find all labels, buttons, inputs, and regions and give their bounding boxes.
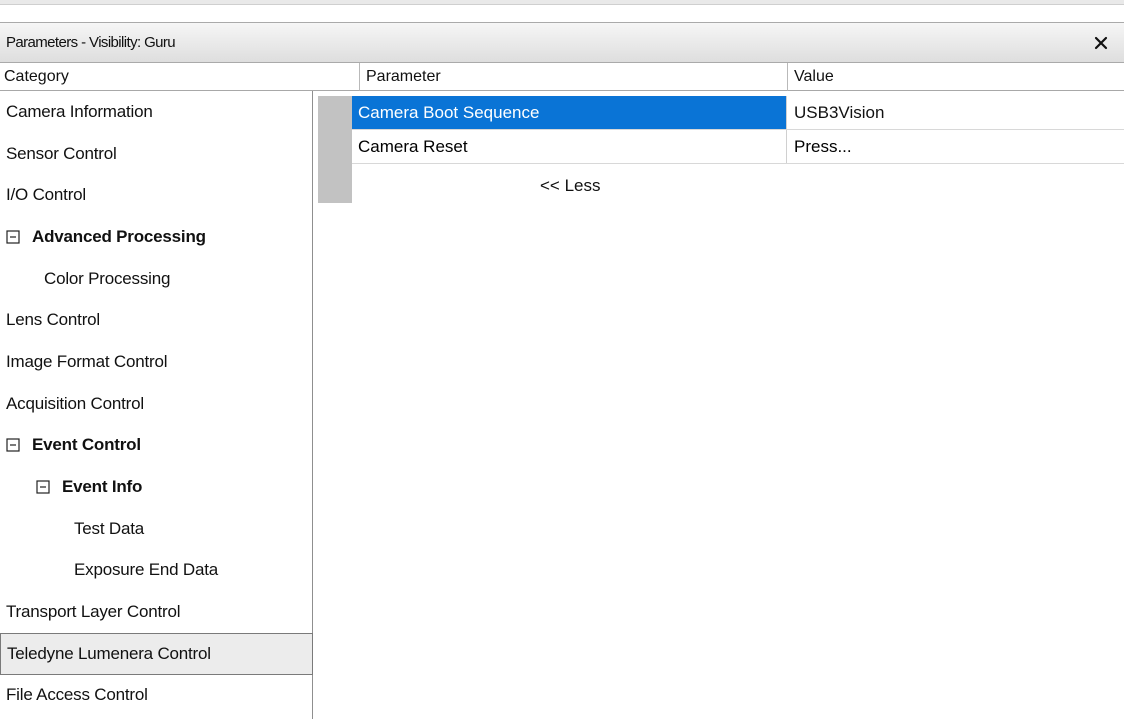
category-label: Event Info xyxy=(62,477,143,497)
category-label: Sensor Control xyxy=(6,143,117,163)
parameter-row[interactable]: Camera Boot Sequence USB3Vision xyxy=(352,96,1124,130)
less-button[interactable]: << Less xyxy=(540,176,601,196)
category-label: Image Format Control xyxy=(6,351,168,371)
category-acquisition-control[interactable]: Acquisition Control xyxy=(0,383,312,425)
category-tree[interactable]: Camera Information Sensor Control I/O Co… xyxy=(0,91,313,719)
category-io-control[interactable]: I/O Control xyxy=(0,174,312,216)
parameter-name[interactable]: Camera Boot Sequence xyxy=(352,96,787,129)
category-file-access-control[interactable]: File Access Control xyxy=(0,675,312,717)
category-image-format-control[interactable]: Image Format Control xyxy=(0,341,312,383)
category-label: Exposure End Data xyxy=(74,560,219,580)
category-transport-layer-control[interactable]: Transport Layer Control xyxy=(0,591,312,633)
category-label: Transport Layer Control xyxy=(6,602,181,622)
value-column-header[interactable]: Value xyxy=(787,63,1124,91)
category-label: Test Data xyxy=(74,518,145,538)
row-header-column xyxy=(318,96,352,203)
category-label: File Access Control xyxy=(6,685,148,705)
parameter-value[interactable]: Press... xyxy=(787,130,1124,163)
parameter-row[interactable]: Camera Reset Press... xyxy=(352,130,1124,164)
category-label: I/O Control xyxy=(6,185,86,205)
category-event-control[interactable]: Event Control xyxy=(0,425,312,467)
category-camera-information[interactable]: Camera Information xyxy=(0,91,312,133)
category-exposure-end-data[interactable]: Exposure End Data xyxy=(0,550,312,592)
category-sensor-control[interactable]: Sensor Control xyxy=(0,133,312,175)
category-label: Camera Information xyxy=(6,101,153,121)
category-label: Lens Control xyxy=(6,310,100,330)
category-advanced-processing[interactable]: Advanced Processing xyxy=(0,216,312,258)
category-label: Advanced Processing xyxy=(32,226,206,246)
panel-title-bar: Parameters - Visibility: Guru xyxy=(0,22,1124,63)
category-label: Event Control xyxy=(32,435,141,455)
collapse-icon[interactable] xyxy=(6,230,20,244)
parameter-grid[interactable]: Camera Boot Sequence USB3Vision Camera R… xyxy=(352,96,1124,164)
parameter-name[interactable]: Camera Reset xyxy=(352,130,787,163)
close-button[interactable] xyxy=(1086,28,1116,58)
category-test-data[interactable]: Test Data xyxy=(0,508,312,550)
category-label: Color Processing xyxy=(44,268,171,288)
collapse-icon[interactable] xyxy=(6,438,20,452)
panel-title: Parameters - Visibility: Guru xyxy=(6,34,176,51)
top-border xyxy=(0,0,1124,5)
parameter-value[interactable]: USB3Vision xyxy=(787,96,1124,129)
category-label: Acquisition Control xyxy=(6,393,144,413)
parameter-column-header[interactable]: Parameter xyxy=(359,63,787,91)
close-icon xyxy=(1094,36,1108,49)
category-column-header[interactable]: Category xyxy=(0,63,359,91)
collapse-icon[interactable] xyxy=(36,480,50,494)
column-headers: Category Parameter Value xyxy=(0,63,1124,91)
category-event-info[interactable]: Event Info xyxy=(0,466,312,508)
category-lens-control[interactable]: Lens Control xyxy=(0,299,312,341)
category-label: Teledyne Lumenera Control xyxy=(7,643,211,663)
category-teledyne-lumenera-control[interactable]: Teledyne Lumenera Control xyxy=(0,632,313,675)
category-color-processing[interactable]: Color Processing xyxy=(0,258,312,300)
